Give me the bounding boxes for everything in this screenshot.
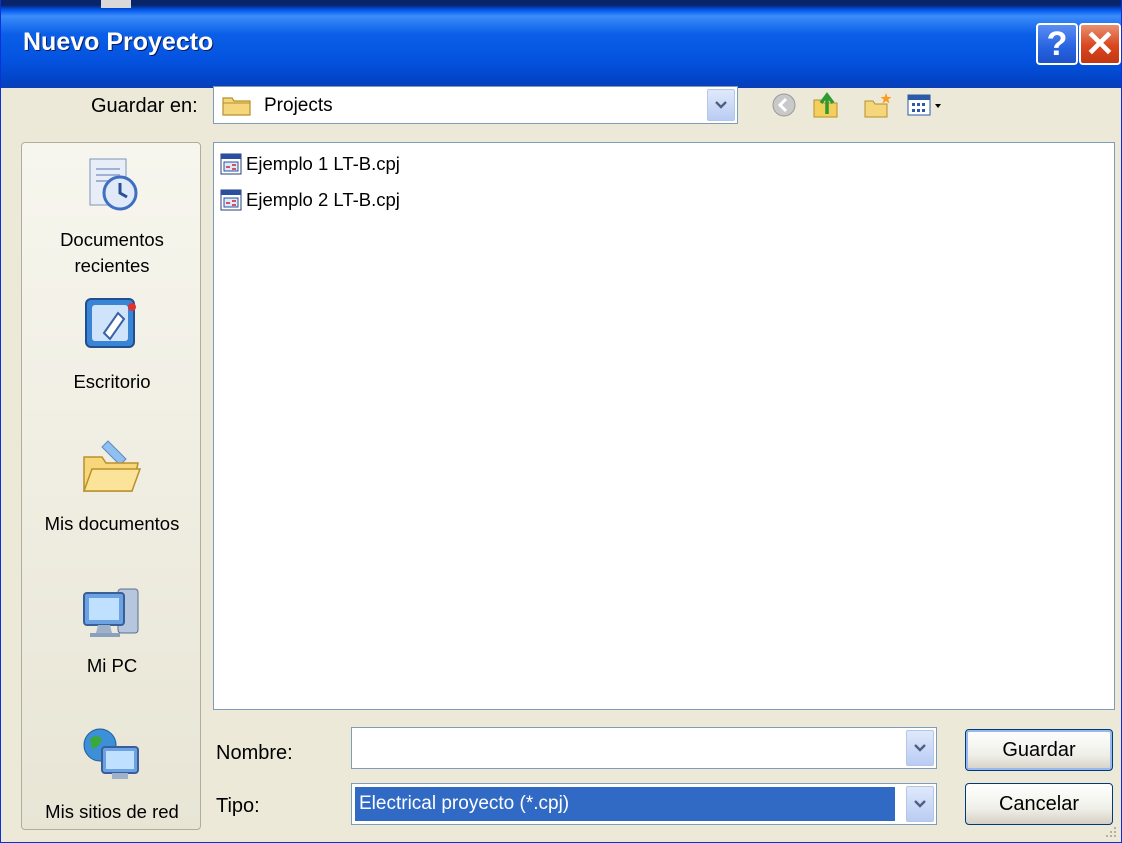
place-label: Escritorio xyxy=(73,371,151,392)
file-name-dropdown-arrow[interactable] xyxy=(906,730,934,766)
resize-grip-icon[interactable] xyxy=(1102,823,1118,839)
title-bar[interactable]: Nuevo Proyecto ? ✕ xyxy=(1,0,1121,88)
help-icon: ? xyxy=(1046,24,1068,63)
chevron-down-icon xyxy=(914,744,926,752)
cpj-file-icon xyxy=(220,189,242,211)
chevron-down-icon xyxy=(715,101,727,109)
look-in-value: Projects xyxy=(264,95,333,116)
my-computer-icon xyxy=(83,588,139,637)
window-title: Nuevo Proyecto xyxy=(23,28,214,56)
file-list[interactable]: Ejemplo 1 LT-B.cpj Ejemplo 2 LT-B.cpj xyxy=(213,142,1115,710)
file-type-value: Electrical proyecto (*.cpj) xyxy=(355,787,895,821)
back-icon[interactable] xyxy=(769,90,799,120)
file-name-label: Nombre: xyxy=(216,742,293,764)
new-folder-icon[interactable] xyxy=(863,90,893,120)
recent-documents-icon xyxy=(89,158,138,211)
place-label: Mi PC xyxy=(86,655,138,676)
background-strip xyxy=(101,0,131,8)
save-button[interactable]: Guardar xyxy=(965,729,1113,771)
desktop-icon xyxy=(85,298,136,348)
views-menu-icon[interactable] xyxy=(906,90,948,120)
file-name: Ejemplo 1 LT-B.cpj xyxy=(246,153,400,174)
look-in-dropdown-arrow[interactable] xyxy=(707,89,735,121)
save-dialog: Nuevo Proyecto ? ✕ Guardar en: Projects xyxy=(0,0,1122,843)
my-documents-icon xyxy=(82,440,142,492)
place-label: Mis documentos xyxy=(44,513,180,534)
chevron-down-icon xyxy=(914,800,926,808)
look-in-dropdown[interactable]: Projects xyxy=(213,86,738,124)
cpj-file-icon xyxy=(220,153,242,175)
places-bar: Documentos recientes Escritorio Mis docu… xyxy=(21,142,201,830)
network-places-icon xyxy=(83,728,139,779)
look-in-label: Guardar en: xyxy=(91,95,198,117)
folder-icon xyxy=(222,97,251,116)
file-item[interactable]: Ejemplo 2 LT-B.cpj xyxy=(220,187,400,213)
close-button[interactable]: ✕ xyxy=(1079,23,1121,65)
file-type-dropdown[interactable]: Electrical proyecto (*.cpj) xyxy=(351,783,937,825)
file-type-dropdown-arrow[interactable] xyxy=(906,786,934,822)
place-label: Documentos recientes xyxy=(60,229,164,276)
help-button[interactable]: ? xyxy=(1036,23,1078,65)
file-name: Ejemplo 2 LT-B.cpj xyxy=(246,189,400,210)
file-item[interactable]: Ejemplo 1 LT-B.cpj xyxy=(220,151,400,177)
cancel-button[interactable]: Cancelar xyxy=(965,783,1113,825)
up-folder-icon[interactable] xyxy=(811,90,841,120)
file-type-label: Tipo: xyxy=(216,795,260,817)
close-icon: ✕ xyxy=(1084,23,1116,64)
place-label: Mis sitios de red xyxy=(45,801,179,822)
file-name-combobox[interactable] xyxy=(351,727,937,769)
